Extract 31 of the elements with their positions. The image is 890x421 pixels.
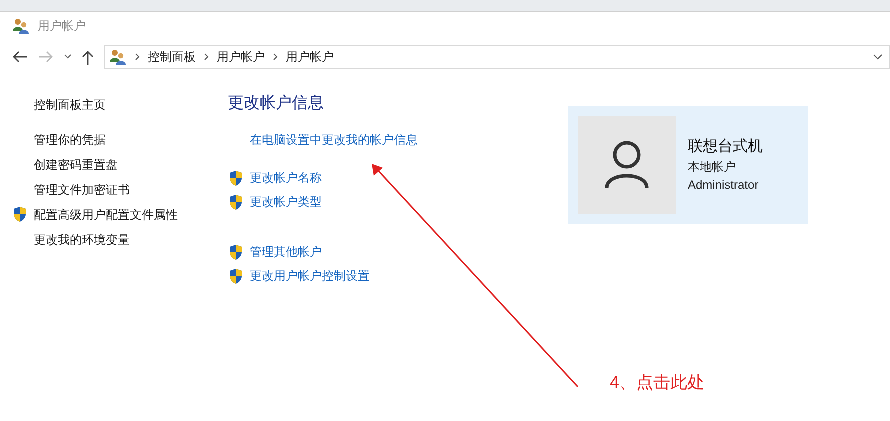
breadcrumb-item[interactable]: 用户帐户 [286,48,334,66]
action-link[interactable]: 更改用户帐户控制设置 [250,267,370,285]
sidebar-link[interactable]: 更改我的环境变量 [34,230,130,248]
dropdown-caret-icon[interactable] [873,54,883,60]
address-bar[interactable]: 控制面板 用户帐户 用户帐户 [104,45,890,69]
users-icon [12,18,30,34]
account-role: Administrator [688,177,760,194]
account-type: 本地帐户 [688,159,737,176]
breadcrumb-item[interactable]: 用户帐户 [217,48,265,66]
breadcrumb-item[interactable]: 控制面板 [148,48,196,66]
annotation-text: 4、点击此处 [610,372,704,394]
caret-icon[interactable] [64,54,72,60]
window-title: 用户帐户 [38,18,86,35]
users-icon [109,49,127,65]
chevron-icon [135,53,140,61]
chevron-icon [273,53,278,61]
sidebar-link[interactable]: 创建密码重置盘 [34,156,118,174]
user-icon [604,140,650,190]
sidebar-link[interactable]: 配置高级用户配置文件属性 [34,206,178,224]
sidebar-link[interactable]: 管理你的凭据 [34,130,106,148]
sidebar-link[interactable]: 控制面板主页 [34,96,106,114]
action-link[interactable]: 管理其他帐户 [250,243,322,261]
action-link[interactable]: 更改帐户类型 [250,193,322,211]
up-arrow-icon[interactable] [82,50,94,64]
action-link[interactable]: 更改帐户名称 [250,169,322,187]
account-name: 联想台式机 [688,136,763,157]
chevron-icon [204,53,209,61]
section-heading: 更改帐户信息 [228,94,325,114]
action-link[interactable]: 在电脑设置中更改我的帐户信息 [250,131,418,149]
sidebar-link[interactable]: 管理文件加密证书 [34,180,130,198]
back-arrow-icon[interactable] [12,50,28,64]
